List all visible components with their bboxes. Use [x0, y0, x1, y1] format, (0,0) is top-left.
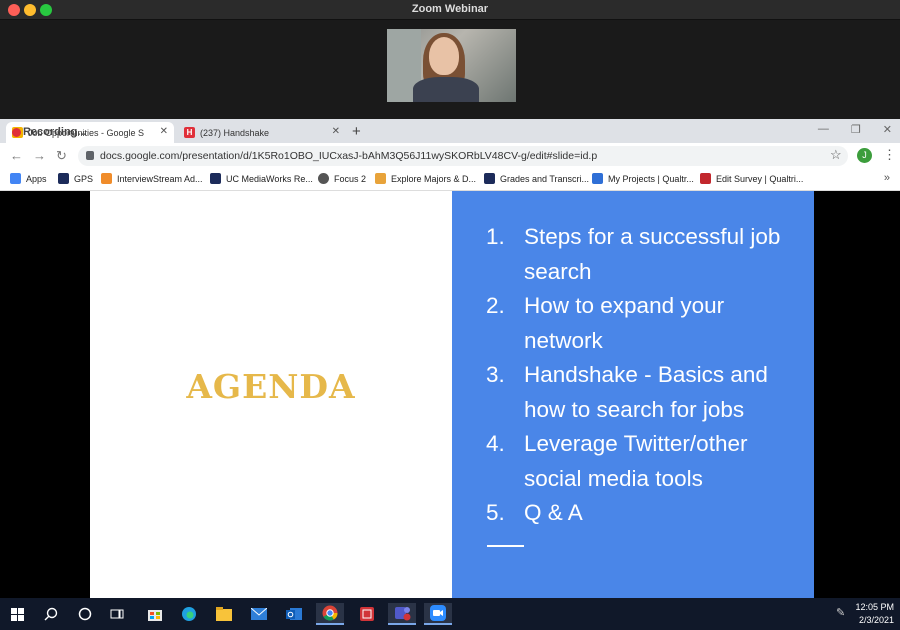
chrome-icon[interactable]	[316, 603, 344, 625]
file-explorer-icon[interactable]	[213, 603, 235, 625]
back-arrow-icon[interactable]: ←	[10, 148, 23, 163]
bookmark-label: My Projects | Qualtr...	[608, 173, 694, 184]
bookmark-uc-mediaworks[interactable]: UC MediaWorks Re...	[210, 173, 313, 184]
bookmark-label: Explore Majors & D...	[391, 173, 477, 184]
sunrise-icon	[375, 173, 386, 184]
handshake-icon: H	[184, 127, 195, 138]
search-icon[interactable]	[40, 603, 62, 625]
close-icon[interactable]: ✕	[160, 126, 168, 137]
agenda-item-number: 5.	[486, 500, 505, 525]
agenda-item-text: Q & A	[524, 500, 583, 525]
slide-stage: AGENDA 1. Steps for a successful job sear…	[0, 191, 900, 598]
agenda-item-text: Steps for a successful job search	[524, 224, 781, 284]
restore-icon[interactable]: ❐	[851, 123, 861, 136]
apps-grid-icon	[10, 173, 21, 184]
address-bar[interactable]: docs.google.com/presentation/d/1K5Ro1OBO…	[78, 146, 848, 166]
bookmark-label: Grades and Transcri...	[500, 173, 590, 184]
window-titlebar: Zoom Webinar	[0, 0, 900, 20]
speaker-face	[429, 37, 459, 75]
uc-icon	[484, 173, 495, 184]
agenda-item: 4. Leverage Twitter/other social media to…	[486, 427, 806, 496]
recording-label: Recording...	[23, 126, 87, 138]
bookmarks-bar: Apps GPS InterviewStream Ad... UC MediaW…	[0, 169, 900, 191]
agenda-item-text: Leverage Twitter/other social media tool…	[524, 431, 748, 491]
url-text: docs.google.com/presentation/d/1K5Ro1OBO…	[100, 150, 598, 162]
bookmark-focus2[interactable]: Focus 2	[318, 173, 366, 184]
video-strip	[0, 20, 900, 120]
agenda-item-text: How to expand your network	[524, 293, 725, 353]
recording-indicator: Recording...	[12, 126, 87, 138]
window-title: Zoom Webinar	[411, 3, 489, 15]
interviewstream-icon	[101, 173, 112, 184]
slide-right-panel: 1. Steps for a successful job search 2. Ho…	[452, 191, 814, 598]
agenda-item-number: 4.	[486, 431, 505, 456]
qualtrics-xm-icon	[592, 173, 603, 184]
bookmark-my-projects[interactable]: My Projects | Qualtr...	[592, 173, 694, 184]
bookmark-label: Apps	[26, 173, 47, 184]
clock-time: 12:05 PM	[855, 602, 894, 612]
bookmark-apps[interactable]: Apps	[10, 173, 47, 184]
reload-icon[interactable]: ↻	[56, 148, 67, 164]
shared-browser-window: Job Opportunities - Google S ✕ Recording…	[0, 119, 900, 191]
slide-title: AGENDA	[186, 367, 356, 406]
bookmark-label: InterviewStream Ad...	[117, 173, 203, 184]
bookmark-interviewstream[interactable]: InterviewStream Ad...	[101, 173, 203, 184]
agenda-item: 1. Steps for a successful job search	[486, 220, 806, 289]
pen-tray-icon[interactable]: ✎	[836, 606, 845, 619]
agenda-item-number: 2.	[486, 293, 505, 318]
bookmark-label: GPS	[74, 173, 94, 184]
app-red-icon[interactable]	[356, 603, 378, 625]
tab-handshake[interactable]: H (237) Handshake ✕	[178, 122, 346, 143]
teams-icon[interactable]	[388, 603, 416, 625]
tab-bar: Job Opportunities - Google S ✕ Recording…	[0, 119, 900, 143]
agenda-item-number: 1.	[486, 224, 505, 249]
bookmark-label: UC MediaWorks Re...	[226, 173, 313, 184]
uc-icon	[210, 173, 221, 184]
windows-taskbar: ✎ 12:05 PM 2/3/2021	[0, 598, 900, 630]
edge-icon[interactable]	[178, 603, 200, 625]
record-icon	[12, 127, 21, 137]
bookmark-star-icon[interactable]: ☆	[830, 147, 842, 163]
agenda-item: 5. Q & A	[486, 496, 806, 531]
bookmark-explore-majors[interactable]: Explore Majors & D...	[375, 173, 476, 184]
gps-icon	[58, 173, 69, 184]
qualtrics-q-icon	[700, 173, 711, 184]
windows-start-icon[interactable]	[6, 603, 28, 625]
outlook-icon[interactable]	[283, 603, 305, 625]
close-icon[interactable]: ✕	[883, 123, 892, 136]
profile-avatar[interactable]: J	[857, 148, 872, 163]
close-icon[interactable]: ✕	[332, 126, 340, 137]
minimize-icon[interactable]: —	[818, 123, 829, 136]
system-clock[interactable]: 12:05 PM 2/3/2021	[855, 601, 894, 627]
speaker-body	[413, 77, 479, 102]
window-controls: — ❐ ✕	[818, 123, 892, 136]
agenda-item-text: Handshake - Basics and how to search for…	[524, 362, 768, 422]
new-tab-button[interactable]: +	[352, 123, 361, 140]
bookmark-label: Focus 2	[334, 173, 367, 184]
forward-arrow-icon[interactable]: →	[33, 148, 46, 163]
bookmark-label: Edit Survey | Qualtri...	[716, 173, 804, 184]
bookmark-grades[interactable]: Grades and Transcri...	[484, 173, 589, 184]
task-view-icon[interactable]	[106, 603, 128, 625]
menu-kebab-icon[interactable]: ⋮	[883, 147, 896, 163]
tab-label: (237) Handshake	[200, 127, 270, 138]
agenda-item-number: 3.	[486, 362, 505, 387]
divider-line	[487, 545, 524, 547]
store-icon[interactable]	[144, 603, 166, 625]
cortana-icon[interactable]	[74, 603, 96, 625]
globe-icon	[318, 173, 329, 184]
agenda-list: 1. Steps for a successful job search 2. Ho…	[486, 220, 806, 531]
speaker-video-tile[interactable]	[387, 29, 516, 102]
mail-icon[interactable]	[248, 603, 270, 625]
agenda-item: 3. Handshake - Basics and how to search f…	[486, 358, 806, 427]
lock-icon	[86, 151, 94, 160]
clock-date: 2/3/2021	[858, 615, 894, 625]
browser-toolbar: ← → ↻ docs.google.com/presentation/d/1K5…	[0, 143, 900, 169]
bookmark-edit-survey[interactable]: Edit Survey | Qualtri...	[700, 173, 803, 184]
agenda-item: 2. How to expand your network	[486, 289, 806, 358]
zoom-icon[interactable]	[424, 603, 452, 625]
bookmark-gps[interactable]: GPS	[58, 173, 93, 184]
slide-left-panel: AGENDA	[90, 191, 452, 598]
more-bookmarks-icon[interactable]: »	[884, 172, 890, 184]
